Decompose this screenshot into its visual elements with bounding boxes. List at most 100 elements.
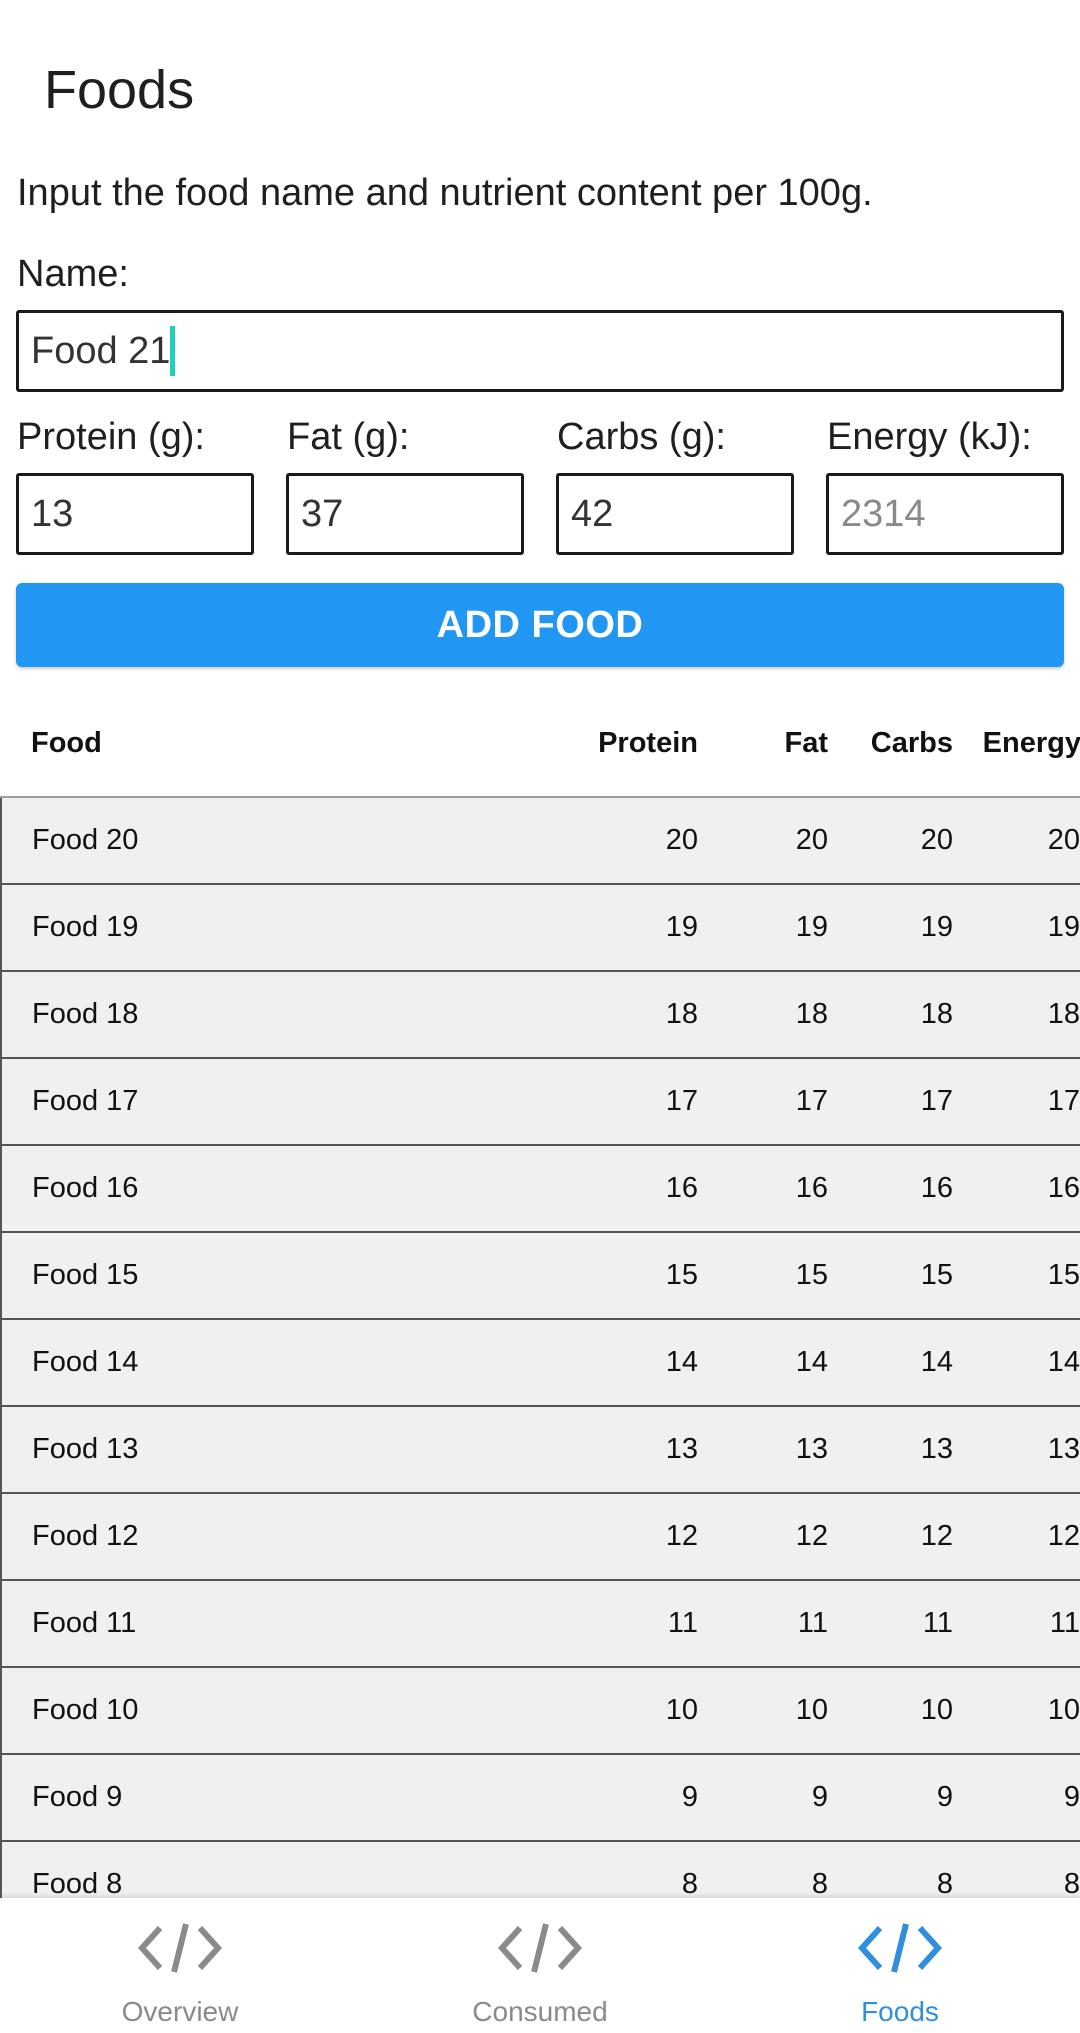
- cell-energy: 16: [953, 1145, 1080, 1233]
- cell-protein: 14: [531, 1319, 698, 1407]
- bottom-navigation: Overview Consumed Foods: [0, 1898, 1080, 2033]
- cell-food: Food 8: [0, 1841, 531, 1898]
- add-food-button[interactable]: ADD FOOD: [16, 583, 1064, 667]
- table-row[interactable]: Food 14 14 14 14 14: [0, 1319, 1080, 1407]
- cell-food: Food 10: [0, 1667, 531, 1755]
- code-icon: [138, 1923, 222, 1973]
- energy-input[interactable]: [826, 473, 1064, 555]
- cell-fat: 8: [698, 1841, 828, 1898]
- cell-protein: 15: [531, 1232, 698, 1320]
- name-label: Name:: [17, 253, 129, 295]
- cell-protein: 10: [531, 1667, 698, 1755]
- cell-protein: 13: [531, 1406, 698, 1494]
- cell-protein: 9: [531, 1754, 698, 1842]
- cell-fat: 16: [698, 1145, 828, 1233]
- table-row[interactable]: Food 11 11 11 11 11: [0, 1580, 1080, 1668]
- cell-fat: 12: [698, 1493, 828, 1581]
- cell-energy: 20: [953, 797, 1080, 885]
- cell-food: Food 16: [0, 1145, 531, 1233]
- nav-item-foods[interactable]: Foods: [720, 1898, 1080, 2033]
- header-energy[interactable]: Energy: [953, 690, 1080, 798]
- cell-food: Food 20: [0, 797, 531, 885]
- table-row[interactable]: Food 13 13 13 13 13: [0, 1406, 1080, 1494]
- cell-energy: 13: [953, 1406, 1080, 1494]
- header-food[interactable]: Food: [1, 690, 531, 798]
- cell-fat: 19: [698, 884, 828, 972]
- cell-carbs: 8: [828, 1841, 953, 1898]
- foods-table-container[interactable]: Food Protein Fat Carbs Energy Food 20 20 2…: [0, 690, 1080, 1898]
- cell-fat: 20: [698, 797, 828, 885]
- nav-label-foods: Foods: [861, 1996, 939, 2027]
- energy-label: Energy (kJ):: [827, 416, 1032, 458]
- cell-energy: 11: [953, 1580, 1080, 1668]
- header-carbs[interactable]: Carbs: [828, 690, 953, 798]
- cell-energy: 18: [953, 971, 1080, 1059]
- cell-carbs: 11: [828, 1580, 953, 1668]
- table-row[interactable]: Food 19 19 19 19 19: [0, 884, 1080, 972]
- fat-label: Fat (g):: [287, 416, 410, 458]
- cell-carbs: 10: [828, 1667, 953, 1755]
- table-row[interactable]: Food 17 17 17 17 17: [0, 1058, 1080, 1146]
- cell-protein: 11: [531, 1580, 698, 1668]
- cell-energy: 12: [953, 1493, 1080, 1581]
- table-header-row: Food Protein Fat Carbs Energy: [1, 690, 1080, 798]
- table-row[interactable]: Food 20 20 20 20 20: [0, 797, 1080, 885]
- cell-carbs: 12: [828, 1493, 953, 1581]
- protein-label: Protein (g):: [17, 416, 205, 458]
- table-body: Food 20 20 20 20 20 Food 19 19 19 19 19 Food 18 18 1…: [0, 797, 1080, 1898]
- cell-food: Food 18: [0, 971, 531, 1059]
- nav-item-overview[interactable]: Overview: [0, 1898, 360, 2033]
- cell-food: Food 17: [0, 1058, 531, 1146]
- text-caret: [170, 326, 175, 376]
- nav-label-consumed: Consumed: [472, 1996, 608, 2027]
- cell-fat: 15: [698, 1232, 828, 1320]
- cell-food: Food 14: [0, 1319, 531, 1407]
- cell-fat: 14: [698, 1319, 828, 1407]
- cell-carbs: 17: [828, 1058, 953, 1146]
- cell-protein: 18: [531, 971, 698, 1059]
- cell-protein: 12: [531, 1493, 698, 1581]
- app-root: Foods Input the food name and nutrient c…: [0, 0, 1080, 2033]
- table-row[interactable]: Food 10 10 10 10 10: [0, 1667, 1080, 1755]
- fat-input[interactable]: [286, 473, 524, 555]
- cell-carbs: 9: [828, 1754, 953, 1842]
- cell-energy: 8: [953, 1841, 1080, 1898]
- cell-energy: 19: [953, 884, 1080, 972]
- protein-input[interactable]: [16, 473, 254, 555]
- cell-fat: 13: [698, 1406, 828, 1494]
- cell-fat: 10: [698, 1667, 828, 1755]
- cell-carbs: 16: [828, 1145, 953, 1233]
- table-row[interactable]: Food 15 15 15 15 15: [0, 1232, 1080, 1320]
- cell-protein: 8: [531, 1841, 698, 1898]
- cell-food: Food 11: [0, 1580, 531, 1668]
- carbs-label: Carbs (g):: [557, 416, 726, 458]
- cell-energy: 10: [953, 1667, 1080, 1755]
- header-protein[interactable]: Protein: [531, 690, 698, 798]
- cell-energy: 17: [953, 1058, 1080, 1146]
- table-row[interactable]: Food 88888: [0, 1841, 1080, 1898]
- table-row[interactable]: Food 16 16 16 16 16: [0, 1145, 1080, 1233]
- nav-item-consumed[interactable]: Consumed: [360, 1898, 720, 2033]
- cell-food: Food 19: [0, 884, 531, 972]
- code-icon: [498, 1923, 582, 1973]
- table-row[interactable]: Food 12 12 12 12 12: [0, 1493, 1080, 1581]
- cell-carbs: 15: [828, 1232, 953, 1320]
- cell-carbs: 14: [828, 1319, 953, 1407]
- table-row[interactable]: Food 18 18 18 18 18: [0, 971, 1080, 1059]
- carbs-input[interactable]: [556, 473, 794, 555]
- page-title: Foods: [44, 60, 195, 120]
- cell-protein: 17: [531, 1058, 698, 1146]
- cell-energy: 15: [953, 1232, 1080, 1320]
- cell-carbs: 19: [828, 884, 953, 972]
- cell-food: Food 12: [0, 1493, 531, 1581]
- cell-food: Food 13: [0, 1406, 531, 1494]
- cell-protein: 16: [531, 1145, 698, 1233]
- cell-protein: 20: [531, 797, 698, 885]
- table-row[interactable]: Food 99999: [0, 1754, 1080, 1842]
- cell-carbs: 18: [828, 971, 953, 1059]
- cell-fat: 9: [698, 1754, 828, 1842]
- app-header: Foods: [0, 0, 1080, 168]
- cell-fat: 17: [698, 1058, 828, 1146]
- cell-carbs: 13: [828, 1406, 953, 1494]
- header-fat[interactable]: Fat: [698, 690, 828, 798]
